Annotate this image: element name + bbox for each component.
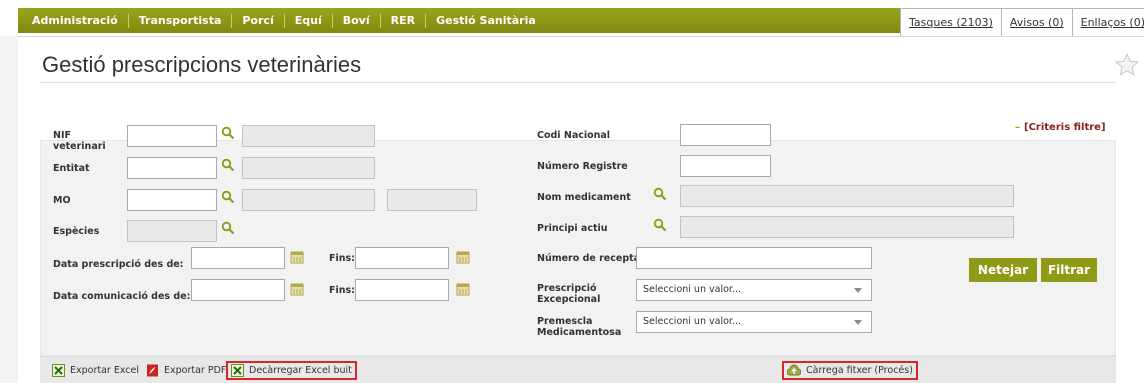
- fins-label: Fins:: [329, 285, 355, 296]
- upload-file-label: Càrrega fitxer (Procés): [806, 365, 913, 376]
- numero-registre-input[interactable]: [680, 155, 771, 177]
- principi-actiu-field: [680, 216, 1014, 238]
- nom-medicament-field: [680, 185, 1014, 207]
- data-comunicacio-label: Data comunicació des de:: [53, 291, 191, 302]
- upload-file-button[interactable]: Càrrega fitxer (Procés): [782, 361, 918, 380]
- page-title: Gestió prescripcions veterinàries: [42, 52, 362, 77]
- calendar-icon[interactable]: [456, 250, 470, 264]
- communication-date-to-input[interactable]: [355, 279, 449, 301]
- criteria-filter-label: [Criteris filtre]: [1024, 122, 1106, 133]
- notices-link[interactable]: Avisos (0): [1001, 8, 1073, 36]
- excel-icon: [52, 364, 65, 377]
- numero-registre-label: Número Registre: [537, 161, 628, 172]
- principi-actiu-label: Principi actiu: [537, 223, 608, 234]
- entitat-input[interactable]: [127, 157, 217, 179]
- entitat-description-field: [242, 157, 375, 179]
- mo-input[interactable]: [127, 189, 217, 211]
- nif-label: NIF veterinari: [53, 130, 106, 152]
- tasks-link[interactable]: Tasques (2103): [900, 8, 1002, 36]
- nav-item-transportista[interactable]: Transportista: [129, 13, 233, 28]
- data-prescripcio-label: Data prescripció des de:: [53, 259, 184, 270]
- criteria-filter-toggle[interactable]: – [Criteris filtre]: [1015, 122, 1106, 133]
- calendar-icon[interactable]: [290, 250, 304, 264]
- upload-icon: [787, 364, 801, 376]
- select-value: Seleccioni un valor...: [643, 284, 741, 295]
- prescription-date-to-input[interactable]: [355, 247, 449, 269]
- premescla-select[interactable]: Seleccioni un valor...: [636, 311, 872, 333]
- excel-icon: [231, 364, 244, 377]
- favorite-star-icon[interactable]: [1114, 52, 1140, 78]
- mo-description-field: [242, 189, 375, 211]
- numero-recepta-input[interactable]: [636, 247, 872, 269]
- nom-medicament-label: Nom medicament: [537, 192, 631, 203]
- especies-field: [127, 220, 217, 242]
- search-icon[interactable]: [221, 221, 235, 235]
- main-nav: Administració Transportista Porcí Equí B…: [18, 8, 900, 33]
- export-pdf-label: Exportar PDF: [164, 365, 227, 376]
- search-icon[interactable]: [653, 187, 667, 201]
- search-icon[interactable]: [221, 158, 235, 172]
- pdf-icon: [147, 364, 158, 377]
- nav-item-porci[interactable]: Porcí: [232, 13, 285, 28]
- nav-item-gestio-sanitaria[interactable]: Gestió Sanitària: [426, 14, 546, 28]
- top-links: Tasques (2103) Avisos (0) Enllaços (0): [900, 8, 1144, 36]
- search-icon[interactable]: [653, 218, 667, 232]
- especies-label: Espècies: [53, 226, 100, 237]
- chevron-down-icon: [854, 320, 862, 325]
- mo-extra-field: [387, 189, 477, 211]
- prescripcio-excepcional-select[interactable]: Seleccioni un valor...: [636, 279, 872, 301]
- calendar-icon[interactable]: [290, 282, 304, 296]
- premescla-label: Premescla Medicamentosa: [537, 316, 622, 338]
- export-excel-button[interactable]: Exportar Excel: [52, 361, 139, 380]
- nav-item-rer[interactable]: RER: [381, 13, 427, 28]
- export-excel-label: Exportar Excel: [70, 365, 140, 376]
- fins-label: Fins:: [329, 253, 355, 264]
- mo-label: MO: [53, 195, 71, 206]
- left-gutter: [0, 36, 18, 383]
- collapse-dash: –: [1015, 122, 1020, 133]
- search-icon[interactable]: [221, 190, 235, 204]
- chevron-down-icon: [854, 288, 862, 293]
- links-link[interactable]: Enllaços (0): [1072, 8, 1144, 36]
- prescription-date-from-input[interactable]: [191, 247, 285, 269]
- nif-input[interactable]: [127, 125, 217, 147]
- download-empty-excel-button[interactable]: Decàrregar Excel buit: [226, 361, 357, 380]
- export-toolbar: Exportar Excel Exportar PDF Decàrregar E…: [40, 356, 1116, 383]
- export-pdf-button[interactable]: Exportar PDF: [146, 361, 226, 380]
- title-divider: [40, 82, 1116, 83]
- download-empty-excel-label: Decàrregar Excel buit: [249, 365, 352, 376]
- nav-item-bovi[interactable]: Boví: [333, 13, 381, 28]
- filtrar-button[interactable]: Filtrar: [1041, 258, 1097, 282]
- top-bar: Administració Transportista Porcí Equí B…: [0, 0, 1144, 36]
- codi-nacional-input[interactable]: [680, 124, 771, 146]
- prescripcio-excepcional-label: Prescripció Excepcional: [537, 283, 601, 305]
- entitat-label: Entitat: [53, 163, 90, 174]
- nif-description-field: [242, 125, 375, 147]
- nav-item-equi[interactable]: Equí: [285, 13, 333, 28]
- select-value: Seleccioni un valor...: [643, 316, 741, 327]
- search-icon[interactable]: [221, 126, 235, 140]
- codi-nacional-label: Codi Nacional: [537, 130, 611, 141]
- netejar-button[interactable]: Netejar: [969, 258, 1037, 282]
- nav-item-administracio[interactable]: Administració: [18, 13, 129, 28]
- communication-date-from-input[interactable]: [191, 279, 285, 301]
- numero-recepta-label: Número de recepta: [537, 253, 641, 264]
- calendar-icon[interactable]: [456, 282, 470, 296]
